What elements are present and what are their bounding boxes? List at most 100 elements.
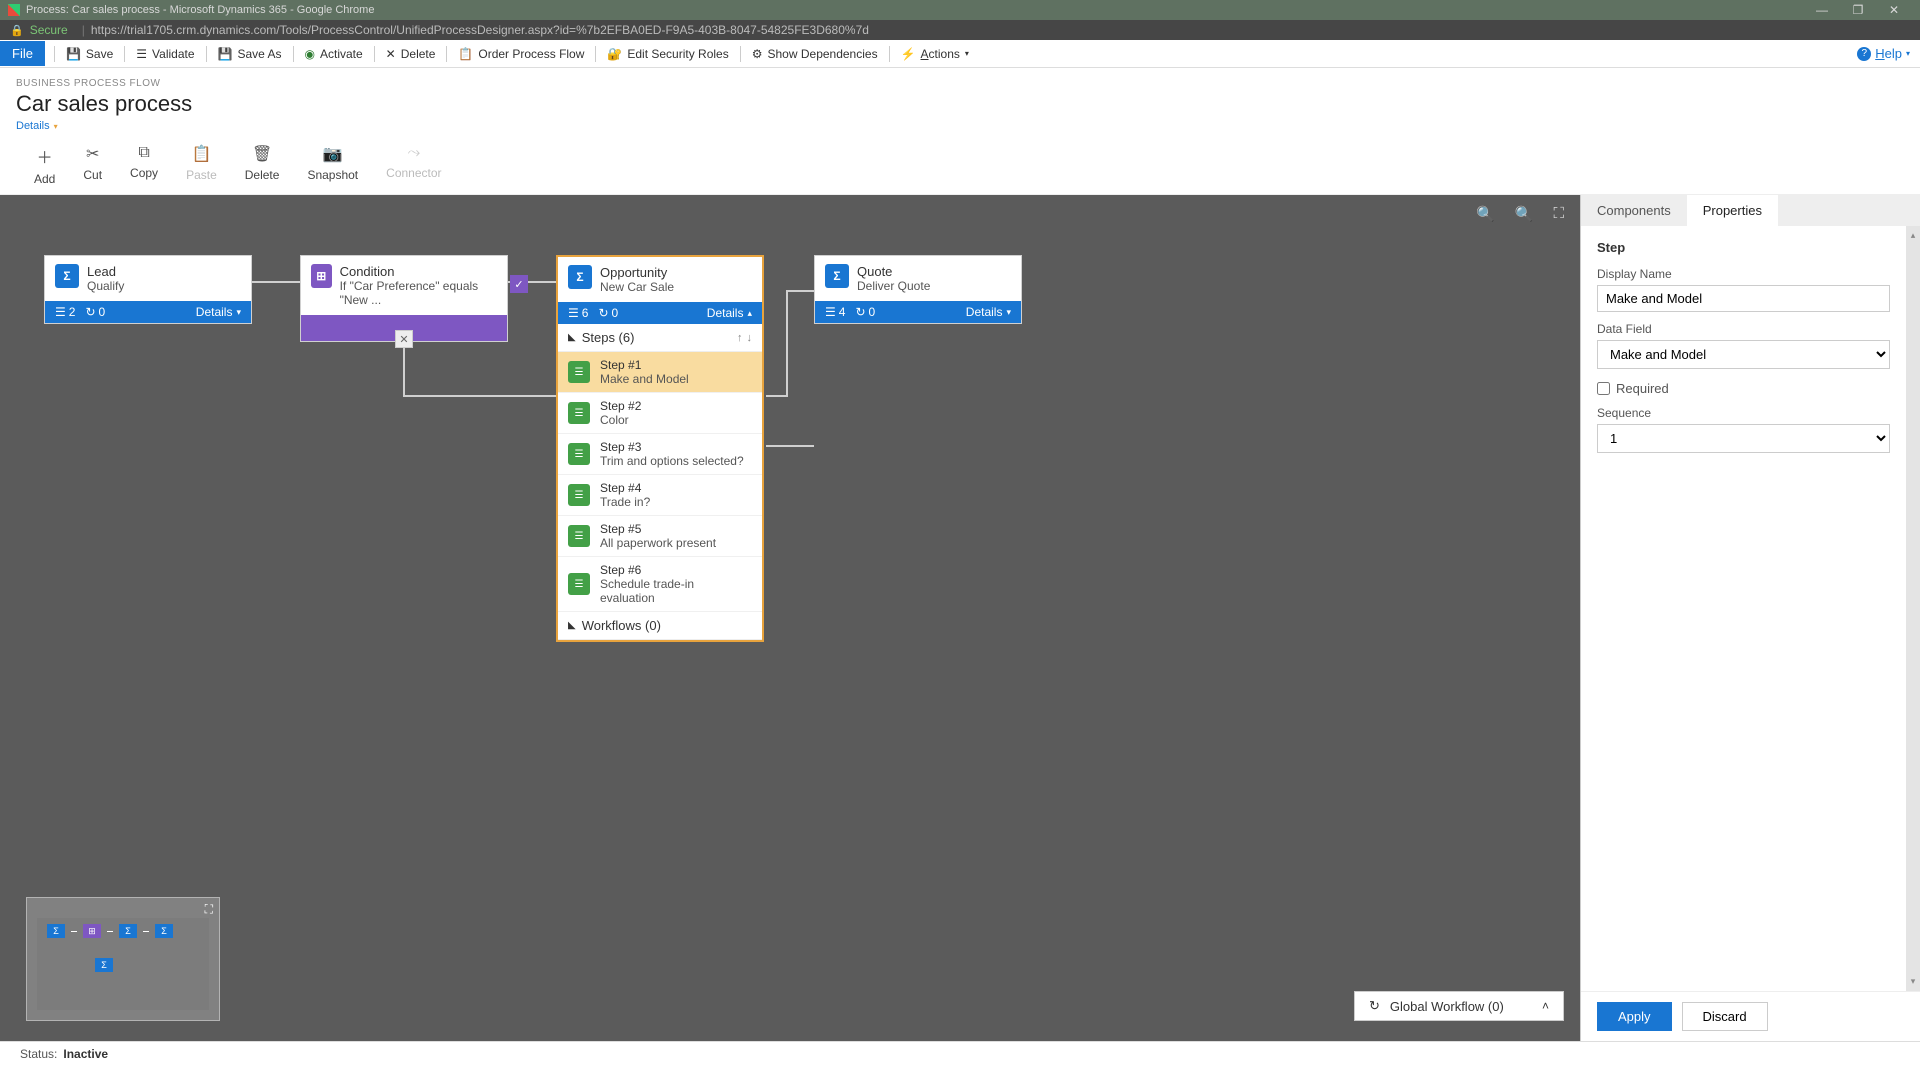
- url-text[interactable]: https://trial1705.crm.dynamics.com/Tools…: [91, 23, 869, 37]
- add-button[interactable]: ＋Add: [34, 144, 55, 186]
- show-dependencies-button[interactable]: ⚙Show Dependencies: [744, 40, 886, 67]
- help-link[interactable]: ?Help▾: [1857, 46, 1910, 61]
- stage-title: Lead: [87, 264, 124, 279]
- order-icon: 📋: [458, 47, 473, 61]
- copy-button[interactable]: ⧉Copy: [130, 144, 158, 186]
- display-name-label: Display Name: [1597, 267, 1890, 281]
- stage-icon: Σ: [825, 264, 849, 288]
- move-up-icon[interactable]: ↑: [737, 332, 743, 344]
- step-row-1[interactable]: ☰ Step #1Make and Model: [558, 352, 762, 393]
- workflow-count: ↻ 0: [855, 305, 875, 319]
- details-button[interactable]: Details ▾: [966, 305, 1011, 319]
- paste-icon: 📋: [191, 144, 211, 164]
- side-scrollbar[interactable]: ▴▾: [1906, 226, 1920, 991]
- step-row-5[interactable]: ☰ Step #5All paperwork present: [558, 516, 762, 557]
- data-field-select[interactable]: Make and Model: [1597, 340, 1890, 369]
- step-row-3[interactable]: ☰ Step #3Trim and options selected?: [558, 434, 762, 475]
- address-bar: 🔒 Secure | https://trial1705.crm.dynamic…: [0, 20, 1920, 40]
- sequence-select[interactable]: 1: [1597, 424, 1890, 453]
- app-icon: [8, 4, 20, 16]
- apply-button[interactable]: Apply: [1597, 1002, 1672, 1031]
- stage-icon: Σ: [55, 264, 79, 288]
- step-icon: ☰: [568, 443, 590, 465]
- stage-lead[interactable]: Σ Lead Qualify ☰ 2 ↻ 0 Details ▾: [44, 255, 252, 324]
- workflow-count: ↻ 0: [598, 306, 618, 320]
- zoom-out-icon[interactable]: 🔍: [1476, 205, 1495, 223]
- edit-security-roles-button[interactable]: 🔐Edit Security Roles: [599, 40, 736, 67]
- connector-icon: ⤳: [407, 144, 420, 162]
- step-row-4[interactable]: ☰ Step #4Trade in?: [558, 475, 762, 516]
- delete-button[interactable]: ✕Delete: [378, 40, 444, 67]
- minimap[interactable]: ⛶ Σ⊞ΣΣ Σ: [26, 897, 220, 1021]
- refresh-icon: ↻: [1369, 998, 1380, 1014]
- step-icon: ☰: [568, 361, 590, 383]
- condition-false-icon[interactable]: ✕: [395, 330, 413, 348]
- validate-icon: ☰: [136, 47, 147, 61]
- tab-properties[interactable]: Properties: [1687, 195, 1778, 226]
- window-titlebar: Process: Car sales process - Microsoft D…: [0, 0, 1920, 20]
- delete-icon: ✕: [386, 47, 396, 61]
- save-icon: 💾: [66, 47, 81, 61]
- actions-menu[interactable]: ⚡Actions▾: [893, 40, 977, 67]
- file-menu[interactable]: File: [0, 41, 45, 66]
- save-as-button[interactable]: 💾Save As: [210, 40, 290, 67]
- paste-button[interactable]: 📋Paste: [186, 144, 217, 186]
- side-panel: Components Properties Step Display Name …: [1580, 195, 1920, 1041]
- close-window-button[interactable]: ✕: [1876, 3, 1912, 17]
- condition-node[interactable]: ⊞ Condition If "Car Preference" equals "…: [300, 255, 508, 342]
- delete-toolbar-button[interactable]: 🗑Delete: [245, 144, 280, 186]
- plus-icon: ＋: [37, 144, 53, 168]
- discard-button[interactable]: Discard: [1682, 1002, 1768, 1031]
- stage-title: Quote: [857, 264, 930, 279]
- steps-count: ☰ 2: [55, 305, 75, 319]
- side-tabs: Components Properties: [1581, 195, 1920, 226]
- cut-button[interactable]: ✂Cut: [83, 144, 102, 186]
- step-row-6[interactable]: ☰ Step #6Schedule trade-in evaluation: [558, 557, 762, 612]
- steps-section-header[interactable]: ◣ Steps (6) ↑↓: [558, 324, 762, 352]
- status-label: Status:: [20, 1047, 57, 1061]
- step-row-2[interactable]: ☰ Step #2Color: [558, 393, 762, 434]
- zoom-in-icon[interactable]: 🔍: [1515, 205, 1534, 223]
- required-checkbox[interactable]: [1597, 382, 1610, 395]
- status-value: Inactive: [63, 1047, 108, 1061]
- steps-count: ☰ 4: [825, 305, 845, 319]
- details-button[interactable]: Details ▴: [707, 306, 752, 320]
- designer-toolbar: ＋Add ✂Cut ⧉Copy 📋Paste 🗑Delete 📷Snapshot…: [0, 136, 1920, 195]
- design-canvas[interactable]: 🔍 🔍 ⛶ Σ Lead Qualify ☰ 2 ↻ 0 Deta: [0, 195, 1580, 1041]
- status-bar: Status: Inactive: [0, 1041, 1920, 1065]
- snapshot-button[interactable]: 📷Snapshot: [307, 144, 358, 186]
- details-button[interactable]: Details ▾: [196, 305, 241, 319]
- stage-opportunity[interactable]: Σ Opportunity New Car Sale ☰ 6 ↻ 0 Detai…: [556, 255, 764, 642]
- copy-icon: ⧉: [138, 144, 149, 162]
- chevron-up-icon[interactable]: ˄: [1542, 999, 1549, 1013]
- activate-button[interactable]: ◉Activate: [297, 40, 371, 67]
- stage-quote[interactable]: Σ Quote Deliver Quote ☰ 4 ↻ 0 Details ▾: [814, 255, 1022, 324]
- details-toggle[interactable]: Details▾: [16, 120, 58, 132]
- scroll-up-icon[interactable]: ▴: [1911, 230, 1916, 241]
- maximize-button[interactable]: ❐: [1840, 3, 1876, 17]
- connector-button[interactable]: ⤳Connector: [386, 144, 441, 186]
- order-process-flow-button[interactable]: 📋Order Process Flow: [450, 40, 592, 67]
- step-icon: ☰: [568, 525, 590, 547]
- tab-components[interactable]: Components: [1581, 195, 1687, 226]
- scroll-down-icon[interactable]: ▾: [1911, 976, 1916, 987]
- condition-subtitle: If "Car Preference" equals "New ...: [340, 279, 497, 307]
- lock-icon: 🔒: [10, 24, 24, 37]
- fit-screen-icon[interactable]: ⛶: [1553, 205, 1564, 223]
- cut-icon: ✂: [86, 144, 99, 164]
- validate-button[interactable]: ☰Validate: [128, 40, 202, 67]
- page-title: Car sales process: [16, 91, 1904, 117]
- stage-subtitle: Deliver Quote: [857, 279, 930, 293]
- help-icon: ?: [1857, 47, 1871, 61]
- save-button[interactable]: 💾Save: [58, 40, 121, 67]
- global-workflow-panel[interactable]: ↻ Global Workflow (0) ˄: [1354, 991, 1564, 1021]
- stage-title: Opportunity: [600, 265, 674, 280]
- properties-buttons: Apply Discard: [1581, 991, 1920, 1041]
- workflows-section-header[interactable]: ◣ Workflows (0): [558, 612, 762, 640]
- display-name-input[interactable]: [1597, 285, 1890, 312]
- minimap-expand-icon[interactable]: ⛶: [205, 902, 213, 917]
- move-down-icon[interactable]: ↓: [747, 332, 753, 344]
- collapse-icon: ◣: [568, 620, 576, 631]
- properties-section-title: Step: [1597, 240, 1890, 255]
- minimize-button[interactable]: —: [1804, 3, 1840, 17]
